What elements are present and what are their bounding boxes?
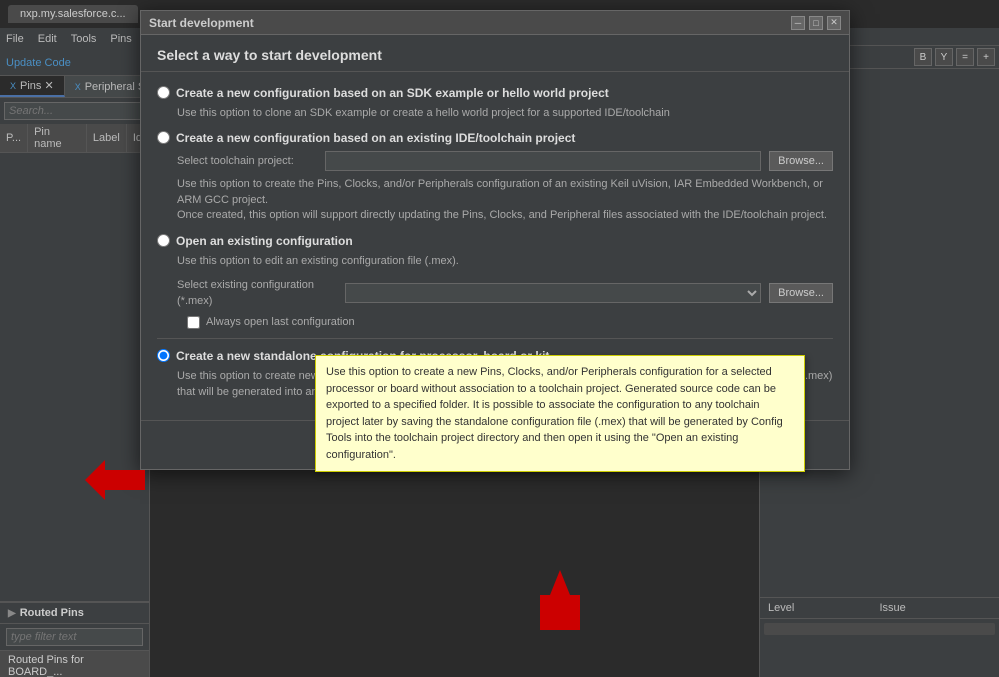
ide-background: nxp.my.salesforce.c... File Edit Tools P… (0, 0, 999, 677)
option-3-desc: Use this option to edit an existing conf… (177, 254, 833, 269)
routed-pins-title: ▶ Routed Pins (0, 603, 149, 624)
modal-minimize-btn[interactable]: ─ (791, 16, 805, 30)
right-panel-bottom: Level Issue (760, 597, 999, 677)
option-4-radio[interactable] (157, 349, 170, 362)
menu-tools[interactable]: Tools (71, 33, 97, 45)
pin-list-area: P... Pin name Label Id (0, 124, 149, 601)
always-open-label[interactable]: Always open last configuration (206, 314, 355, 331)
option-2-label[interactable]: Create a new configuration based on an e… (176, 129, 575, 147)
horizontal-scrollbar[interactable] (764, 623, 995, 635)
existing-config-label: Select existing configuration (*.mex) (177, 277, 337, 310)
existing-config-select[interactable] (345, 283, 761, 303)
option-3-radio[interactable] (157, 234, 170, 247)
option-1-row: Create a new configuration based on an S… (157, 84, 833, 102)
tooltip-box: Use this option to create a new Pins, Cl… (315, 355, 805, 472)
modal-titlebar: Start development ─ □ ✕ (141, 11, 849, 35)
option-1-desc: Use this option to clone an SDK example … (177, 106, 833, 121)
toolchain-row: Select toolchain project: Browse... (177, 151, 833, 171)
modal-titlebar-buttons: ─ □ ✕ (791, 16, 841, 30)
left-sidebar: P... Pin name Label Id ▶ Routed Pins (0, 98, 150, 677)
toolbar-y-icon[interactable]: Y (935, 48, 953, 66)
col-label: Label (86, 124, 126, 153)
routed-pins-section: ▶ Routed Pins Routed Pins for BOARD_... … (0, 601, 149, 677)
existing-config-row: Select existing configuration (*.mex) Br… (177, 277, 833, 310)
toolchain-input[interactable] (325, 151, 761, 171)
menu-edit[interactable]: Edit (38, 33, 57, 45)
bottom-columns: Level Issue (760, 598, 999, 619)
option-1-radio[interactable] (157, 86, 170, 99)
option-3-row: Open an existing configuration (157, 232, 833, 250)
pin-table: P... Pin name Label Id (0, 124, 149, 153)
toolbar-eq-icon[interactable]: = (956, 48, 974, 66)
modal-title-text: Start development (149, 16, 254, 30)
arrow-left-indicator (85, 460, 145, 503)
arrow-up-indicator (540, 570, 580, 633)
toolchain-label: Select toolchain project: (177, 153, 317, 170)
browser-tab[interactable]: nxp.my.salesforce.c... (8, 5, 138, 23)
modal-close-btn[interactable]: ✕ (827, 16, 841, 30)
option-2-radio[interactable] (157, 131, 170, 144)
col-level: Level (768, 602, 880, 614)
toolbar-plus-icon[interactable]: + (977, 48, 995, 66)
existing-config-browse-btn[interactable]: Browse... (769, 283, 833, 303)
option-3-label[interactable]: Open an existing configuration (176, 232, 353, 250)
update-code-btn[interactable]: Update Code (6, 57, 71, 69)
always-open-last-row: Always open last configuration (187, 314, 833, 331)
col-pin-name: Pin name (28, 124, 87, 153)
search-input[interactable] (4, 102, 145, 120)
option-2-desc: Use this option to create the Pins, Cloc… (177, 177, 833, 223)
always-open-checkbox[interactable] (187, 316, 200, 329)
routed-pins-filter-input[interactable] (6, 628, 143, 646)
menu-file[interactable]: File (6, 33, 24, 45)
menu-pins[interactable]: Pins (110, 33, 131, 45)
option-2-row: Create a new configuration based on an e… (157, 129, 833, 147)
toolbar-b-icon[interactable]: B (914, 48, 932, 66)
col-p: P... (0, 124, 28, 153)
option-1-label[interactable]: Create a new configuration based on an S… (176, 84, 609, 102)
toolchain-browse-btn[interactable]: Browse... (769, 151, 833, 171)
col-issue: Issue (880, 602, 992, 614)
tab-pins[interactable]: X Pins ✕ (0, 76, 65, 97)
modal-maximize-btn[interactable]: □ (809, 16, 823, 30)
routed-pins-board: Routed Pins for BOARD_... (0, 651, 149, 677)
modal-heading: Select a way to start development (141, 35, 849, 72)
routed-pins-filter (0, 624, 149, 651)
